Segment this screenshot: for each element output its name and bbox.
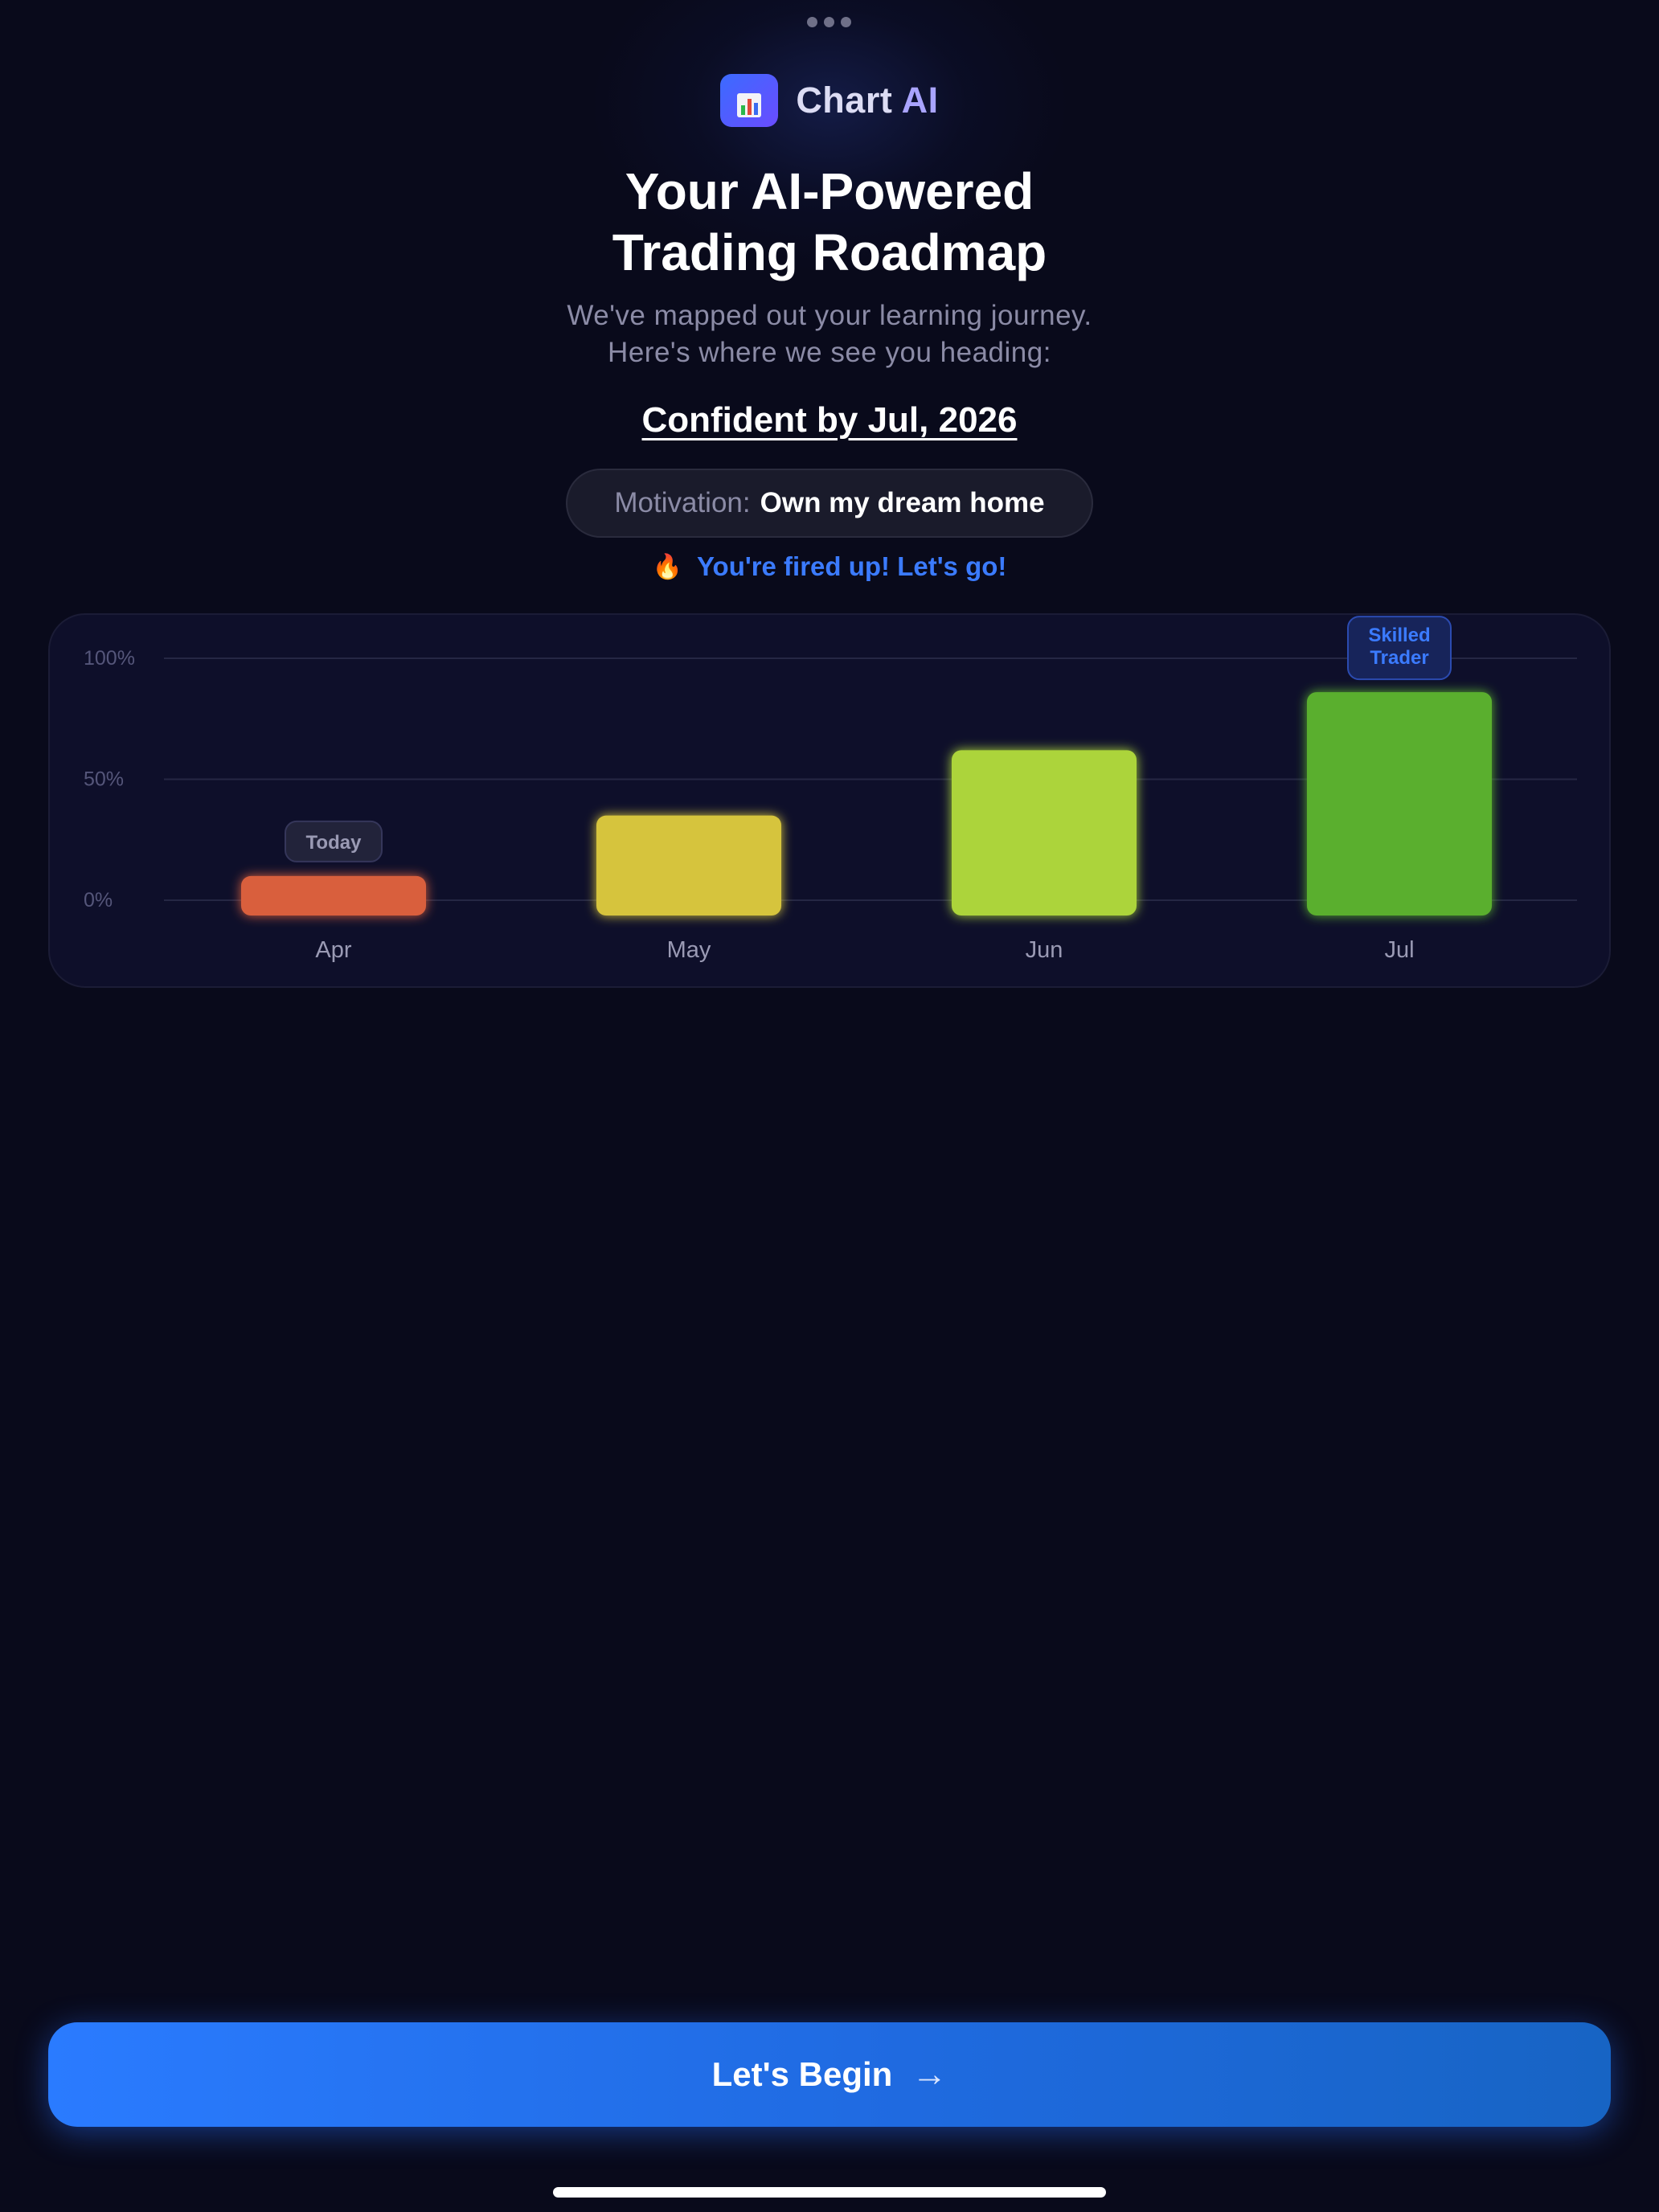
motivation-pill: Motivation: Own my dream home [566,469,1093,538]
target-goal: Confident by Jul, 2026 [0,400,1659,440]
x-tick-label: Jun [1026,937,1063,963]
home-indicator[interactable] [553,2187,1106,2198]
lets-begin-button[interactable]: Let's Begin → [48,2022,1611,2127]
skilled-trader-badge-label: Trader [1370,647,1428,669]
chart-bar-may [596,815,781,916]
today-badge-label: Today [306,832,363,854]
brand-name-part2: AI [901,80,939,121]
arrow-right-icon: → [911,2054,948,2094]
page-subtitle: We've mapped out your learning journey. … [0,297,1659,371]
bar-chart-icon [720,74,779,127]
chart-bar-jul [1307,692,1492,916]
target-goal-text: Confident by Jul, 2026 [641,400,1018,440]
motivation-status: 🔥 You're fired up! Let's go! [0,551,1659,582]
y-tick-label: 50% [84,768,124,791]
handle-dot [807,17,817,27]
handle-dot [824,17,834,27]
page-subtitle-line2: Here's where we see you heading: [608,337,1051,368]
chart-bar-apr [241,875,426,916]
skilled-trader-badge-label: Skilled [1368,625,1430,646]
roadmap-chart-card: 100% 50% 0% Apr May Jun Jul Today Skilled Trader [48,613,1611,988]
lets-begin-label: Let's Begin [711,2055,893,2093]
page-title: Your AI-Powered Trading Roadmap [0,161,1659,283]
motivation-label: Motivation: [614,487,751,518]
roadmap-chart: 100% 50% 0% Apr May Jun Jul Today SkilledTrader [84,616,1577,963]
y-tick-label: 0% [84,889,113,911]
brand-header: Chart AI [0,74,1659,127]
fire-icon: 🔥 [652,553,682,580]
motivation-value: Own my dream home [760,487,1045,518]
y-tick-label: 100% [84,647,135,670]
x-tick-label: Jul [1384,937,1414,963]
page-title-line1: Your AI-Powered [625,162,1034,220]
page-title-line2: Trading Roadmap [612,223,1047,281]
brand-name: Chart AI [796,80,938,121]
more-options-handle[interactable] [807,17,851,27]
handle-dot [841,17,851,27]
brand-name-part1: Chart [796,80,893,121]
chart-bar-jun [952,750,1137,916]
motivation-status-text: You're fired up! Let's go! [696,551,1007,581]
x-tick-label: Apr [315,937,351,963]
x-tick-label: May [667,937,711,963]
page-subtitle-line1: We've mapped out your learning journey. [567,300,1092,331]
